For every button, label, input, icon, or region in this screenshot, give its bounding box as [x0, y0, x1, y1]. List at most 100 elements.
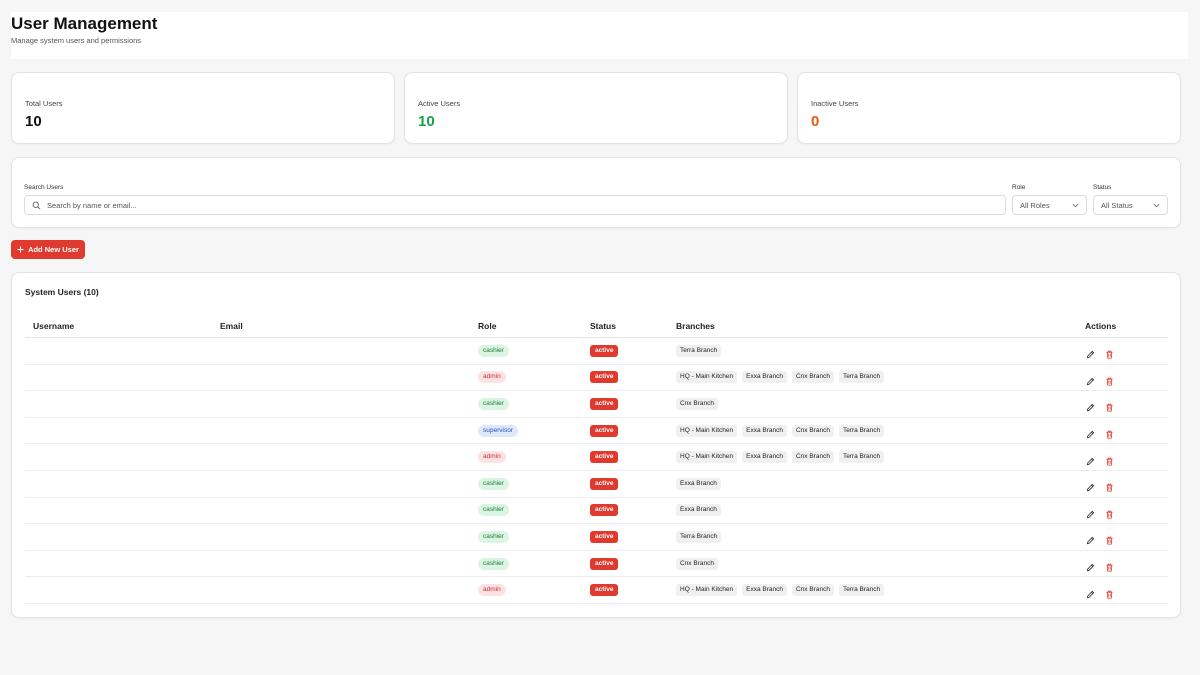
- table-header: Username Email Role Status Branches Acti…: [25, 311, 1168, 338]
- trash-icon[interactable]: [1105, 586, 1114, 599]
- role-badge: supervisor: [478, 424, 518, 437]
- branch-tag: Exxa Branch: [676, 477, 721, 490]
- table-row[interactable]: admin active HQ - Main Kitchen Exxa Branch C…: [25, 365, 1168, 392]
- branch-tag: HQ - Main Kitchen: [676, 371, 738, 384]
- status-cell: active: [590, 577, 619, 603]
- column-header-username[interactable]: Username: [33, 321, 74, 331]
- stat-label: Inactive Users: [811, 99, 859, 108]
- search-icon: [32, 201, 41, 210]
- branch-tag: HQ - Main Kitchen: [676, 584, 738, 597]
- pencil-icon[interactable]: [1086, 479, 1095, 492]
- actions-cell: [1086, 418, 1114, 444]
- role-cell: supervisor: [478, 418, 518, 444]
- branches-cell: HQ - Main Kitchen Exxa Branch Cnx Branch Te…: [676, 365, 889, 391]
- status-select-value: All Status: [1101, 201, 1133, 210]
- branches-cell: Exxa Branch: [676, 498, 726, 524]
- actions-cell: [1086, 444, 1114, 470]
- table-row[interactable]: admin active HQ - Main Kitchen Exxa Branch C…: [25, 444, 1168, 471]
- status-select[interactable]: All Status: [1093, 195, 1168, 215]
- status-badge: active: [590, 557, 619, 570]
- trash-icon[interactable]: [1105, 559, 1114, 572]
- column-header-actions: Actions: [1085, 321, 1117, 331]
- search-box[interactable]: [24, 195, 1006, 215]
- stat-value-active: 10: [418, 113, 435, 130]
- stat-card-total-users: Total Users 10: [11, 72, 395, 144]
- branch-tag: HQ - Main Kitchen: [676, 451, 738, 464]
- role-cell: cashier: [478, 391, 509, 417]
- filter-panel: Search Users Role All Roles Status All S…: [11, 157, 1181, 228]
- branch-tag: Terra Branch: [676, 530, 722, 543]
- branch-tag: Cnx Branch: [791, 424, 834, 437]
- table-row[interactable]: cashier active Terra Branch: [25, 338, 1168, 365]
- trash-icon[interactable]: [1105, 346, 1114, 359]
- page-subtitle: Manage system users and permissions: [11, 36, 142, 45]
- branches-cell: HQ - Main Kitchen Exxa Branch Cnx Branch Te…: [676, 577, 889, 603]
- pencil-icon[interactable]: [1086, 532, 1095, 545]
- pencil-icon[interactable]: [1086, 373, 1095, 386]
- role-badge: admin: [478, 584, 506, 597]
- status-badge: active: [590, 504, 619, 517]
- users-table-card: System Users (10) Username Email Role St…: [11, 272, 1181, 618]
- role-select[interactable]: All Roles: [1012, 195, 1087, 215]
- pencil-icon[interactable]: [1086, 399, 1095, 412]
- pencil-icon[interactable]: [1086, 586, 1095, 598]
- status-badge: active: [590, 371, 619, 384]
- trash-icon[interactable]: [1105, 532, 1114, 545]
- trash-icon[interactable]: [1105, 373, 1114, 386]
- trash-icon[interactable]: [1105, 479, 1114, 492]
- role-cell: cashier: [478, 524, 509, 550]
- table-row[interactable]: cashier active Exxa Branch: [25, 498, 1168, 525]
- table-row[interactable]: cashier active Exxa Branch: [25, 471, 1168, 498]
- role-badge: cashier: [478, 344, 509, 357]
- stat-card-active-users: Active Users 10: [404, 72, 788, 144]
- branch-tag: Terra Branch: [838, 584, 885, 597]
- branches-cell: HQ - Main Kitchen Exxa Branch Cnx Branch Te…: [676, 418, 889, 444]
- stat-value-total: 10: [25, 113, 42, 130]
- add-new-user-button[interactable]: Add New User: [11, 240, 85, 259]
- trash-icon[interactable]: [1105, 426, 1114, 439]
- role-badge: cashier: [478, 530, 509, 543]
- role-cell: admin: [478, 444, 506, 470]
- chevron-down-icon: [1072, 203, 1079, 208]
- role-badge: cashier: [478, 504, 509, 517]
- pencil-icon[interactable]: [1086, 346, 1095, 359]
- status-label: Status: [1093, 184, 1112, 191]
- branches-cell: Exxa Branch: [676, 471, 726, 497]
- actions-cell: [1086, 338, 1114, 364]
- branch-tag: Terra Branch: [838, 451, 885, 464]
- branches-cell: Cnx Branch: [676, 391, 723, 417]
- table-row[interactable]: admin active HQ - Main Kitchen Exxa Branch C…: [25, 577, 1168, 604]
- status-badge: active: [590, 424, 619, 437]
- table-row[interactable]: cashier active Cnx Branch: [25, 551, 1168, 578]
- column-header-status[interactable]: Status: [590, 321, 616, 331]
- table-row[interactable]: supervisor active HQ - Main Kitchen Exxa Br…: [25, 418, 1168, 445]
- column-header-branches[interactable]: Branches: [676, 321, 715, 331]
- branch-tag: Terra Branch: [838, 371, 885, 384]
- actions-cell: [1086, 577, 1114, 603]
- column-header-role[interactable]: Role: [478, 321, 496, 331]
- branch-tag: Exxa Branch: [742, 584, 787, 597]
- stat-card-inactive-users: Inactive Users 0: [797, 72, 1181, 144]
- actions-cell: [1086, 391, 1114, 417]
- branch-tag: Exxa Branch: [742, 451, 787, 464]
- branch-tag: Terra Branch: [838, 424, 885, 437]
- pencil-icon[interactable]: [1086, 506, 1095, 519]
- table-row[interactable]: cashier active Terra Branch: [25, 524, 1168, 551]
- branches-cell: Terra Branch: [676, 524, 726, 550]
- status-badge: active: [590, 530, 619, 543]
- trash-icon[interactable]: [1105, 506, 1114, 519]
- status-cell: active: [590, 391, 619, 417]
- trash-icon[interactable]: [1105, 399, 1114, 412]
- branch-tag: Cnx Branch: [791, 584, 834, 597]
- search-input[interactable]: [47, 198, 997, 212]
- trash-icon[interactable]: [1105, 453, 1114, 466]
- pencil-icon[interactable]: [1086, 453, 1095, 465]
- role-cell: admin: [478, 365, 506, 391]
- column-header-email[interactable]: Email: [220, 321, 243, 331]
- table-row[interactable]: cashier active Cnx Branch: [25, 391, 1168, 418]
- branch-tag: Exxa Branch: [742, 424, 787, 437]
- pencil-icon[interactable]: [1086, 559, 1095, 572]
- status-cell: active: [590, 524, 619, 550]
- chevron-down-icon: [1153, 203, 1160, 208]
- pencil-icon[interactable]: [1086, 426, 1095, 439]
